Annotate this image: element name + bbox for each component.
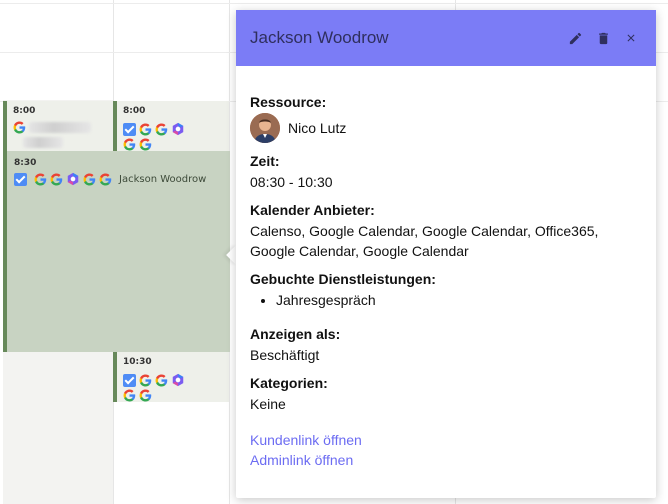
google-icon [50, 173, 63, 186]
event-provider-icons [123, 389, 152, 402]
avatar [250, 113, 280, 143]
event-time: 8:30 [14, 158, 37, 168]
google-icon [155, 374, 168, 387]
time-value: 08:30 - 10:30 [250, 174, 333, 190]
edit-button[interactable] [564, 27, 586, 49]
google-icon [34, 173, 47, 186]
google-icon [139, 374, 152, 387]
admin-link[interactable]: Adminlink öffnen [250, 450, 642, 470]
delete-button[interactable] [592, 27, 614, 49]
google-icon [123, 389, 136, 402]
office365-icon [66, 172, 80, 186]
provider-section: Kalender Anbieter: Calenso, Google Calen… [250, 202, 642, 261]
customer-link[interactable]: Kundenlink öffnen [250, 430, 642, 450]
categories-section: Kategorien: Keine [250, 375, 642, 414]
popover-title: Jackson Woodrow [250, 28, 389, 47]
event-time: 10:30 [123, 357, 152, 367]
resource-label: Ressource: [250, 94, 327, 110]
event-time: 8:00 [123, 106, 146, 116]
google-icon [139, 123, 152, 136]
selected-calendar-event[interactable]: 8:30 Jackson Woodrow [3, 151, 230, 352]
google-icon [13, 121, 26, 134]
categories-value: Keine [250, 396, 286, 412]
services-label: Gebuchte Dienstleistungen: [250, 271, 436, 287]
google-icon [139, 138, 152, 151]
trash-icon [598, 32, 608, 44]
show-as-value: Beschäftigt [250, 347, 320, 363]
services-section: Gebuchte Dienstleistungen: Jahresgespräc… [250, 271, 642, 310]
google-icon [83, 173, 96, 186]
blurred-title [23, 137, 63, 148]
provider-value: Calenso, Google Calendar, Google Calenda… [250, 223, 599, 259]
calendar-event[interactable]: 8:00 [3, 101, 113, 151]
list-item: Jahresgespräch [276, 290, 642, 310]
provider-label: Kalender Anbieter: [250, 202, 375, 218]
grid-row-line [0, 3, 668, 4]
event-provider-icons [13, 121, 91, 134]
close-icon [627, 34, 635, 42]
show-as-label: Anzeigen als: [250, 326, 341, 342]
event-details-popover: Jackson Woodrow Ressource: Nico Lutz Zei… [236, 10, 656, 498]
google-icon [99, 173, 112, 186]
google-icon [139, 389, 152, 402]
time-label: Zeit: [250, 153, 280, 169]
event-provider-icons [123, 122, 185, 136]
popover-body: Ressource: Nico Lutz Zeit: 08:30 - 10:30 [236, 66, 656, 470]
resource-section: Ressource: Nico Lutz [250, 94, 642, 143]
calendar-event[interactable]: 8:00 [113, 101, 229, 151]
popover-header: Jackson Woodrow [236, 10, 656, 66]
time-section: Zeit: 08:30 - 10:30 [250, 153, 642, 192]
event-provider-icons [123, 373, 185, 387]
services-list: Jahresgespräch [276, 290, 642, 310]
event-provider-icons: Jackson Woodrow [14, 172, 206, 186]
show-as-section: Anzeigen als: Beschäftigt [250, 326, 642, 365]
blurred-title [29, 122, 91, 133]
calenso-check-icon [123, 373, 136, 387]
categories-label: Kategorien: [250, 375, 328, 391]
pencil-icon [569, 32, 581, 44]
resource-name: Nico Lutz [288, 120, 347, 136]
event-time: 8:00 [13, 106, 36, 116]
office365-icon [171, 373, 185, 387]
calenso-check-icon [14, 172, 27, 186]
close-button[interactable] [620, 27, 642, 49]
event-title: Jackson Woodrow [119, 173, 207, 185]
google-icon [123, 138, 136, 151]
event-provider-icons [123, 138, 152, 151]
office365-icon [171, 122, 185, 136]
calenso-check-icon [123, 122, 136, 136]
calendar-event[interactable]: 10:30 [113, 352, 229, 402]
google-icon [155, 123, 168, 136]
